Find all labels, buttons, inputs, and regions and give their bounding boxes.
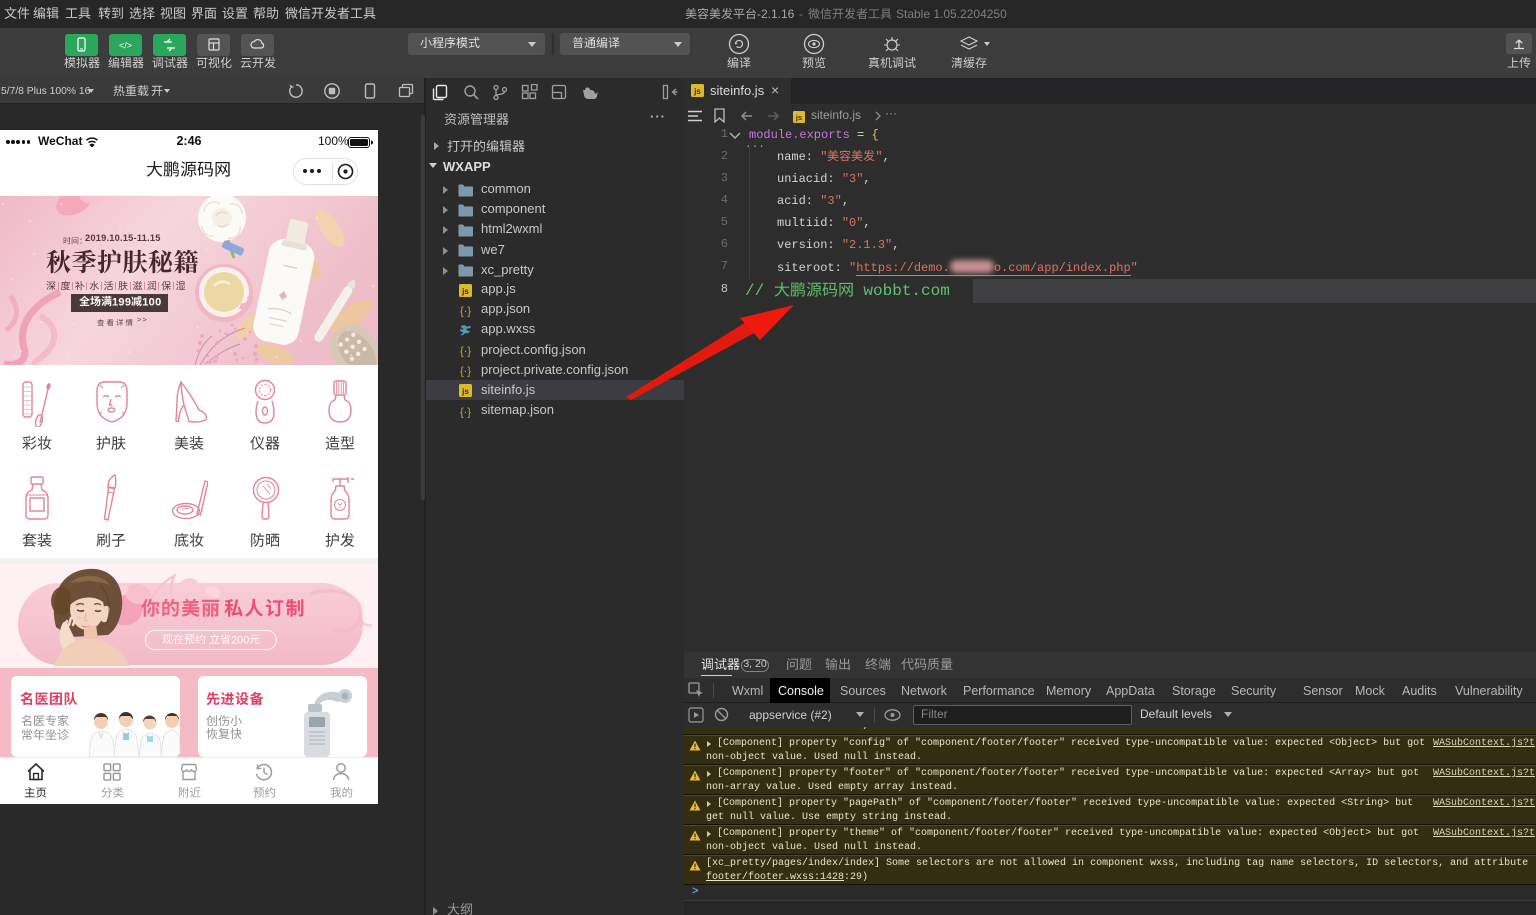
svg-text:{·}: {·} — [460, 346, 471, 358]
svg-text:{·}: {·} — [460, 407, 471, 419]
svg-text:{·}: {·} — [460, 366, 471, 378]
svg-text:js: js — [795, 113, 802, 122]
svg-text:{·}: {·} — [460, 306, 471, 318]
svg-text:js: js — [461, 287, 469, 296]
svg-text:js: js — [461, 387, 469, 396]
svg-text:</>: </> — [119, 41, 132, 51]
svg-text:js: js — [693, 87, 701, 96]
